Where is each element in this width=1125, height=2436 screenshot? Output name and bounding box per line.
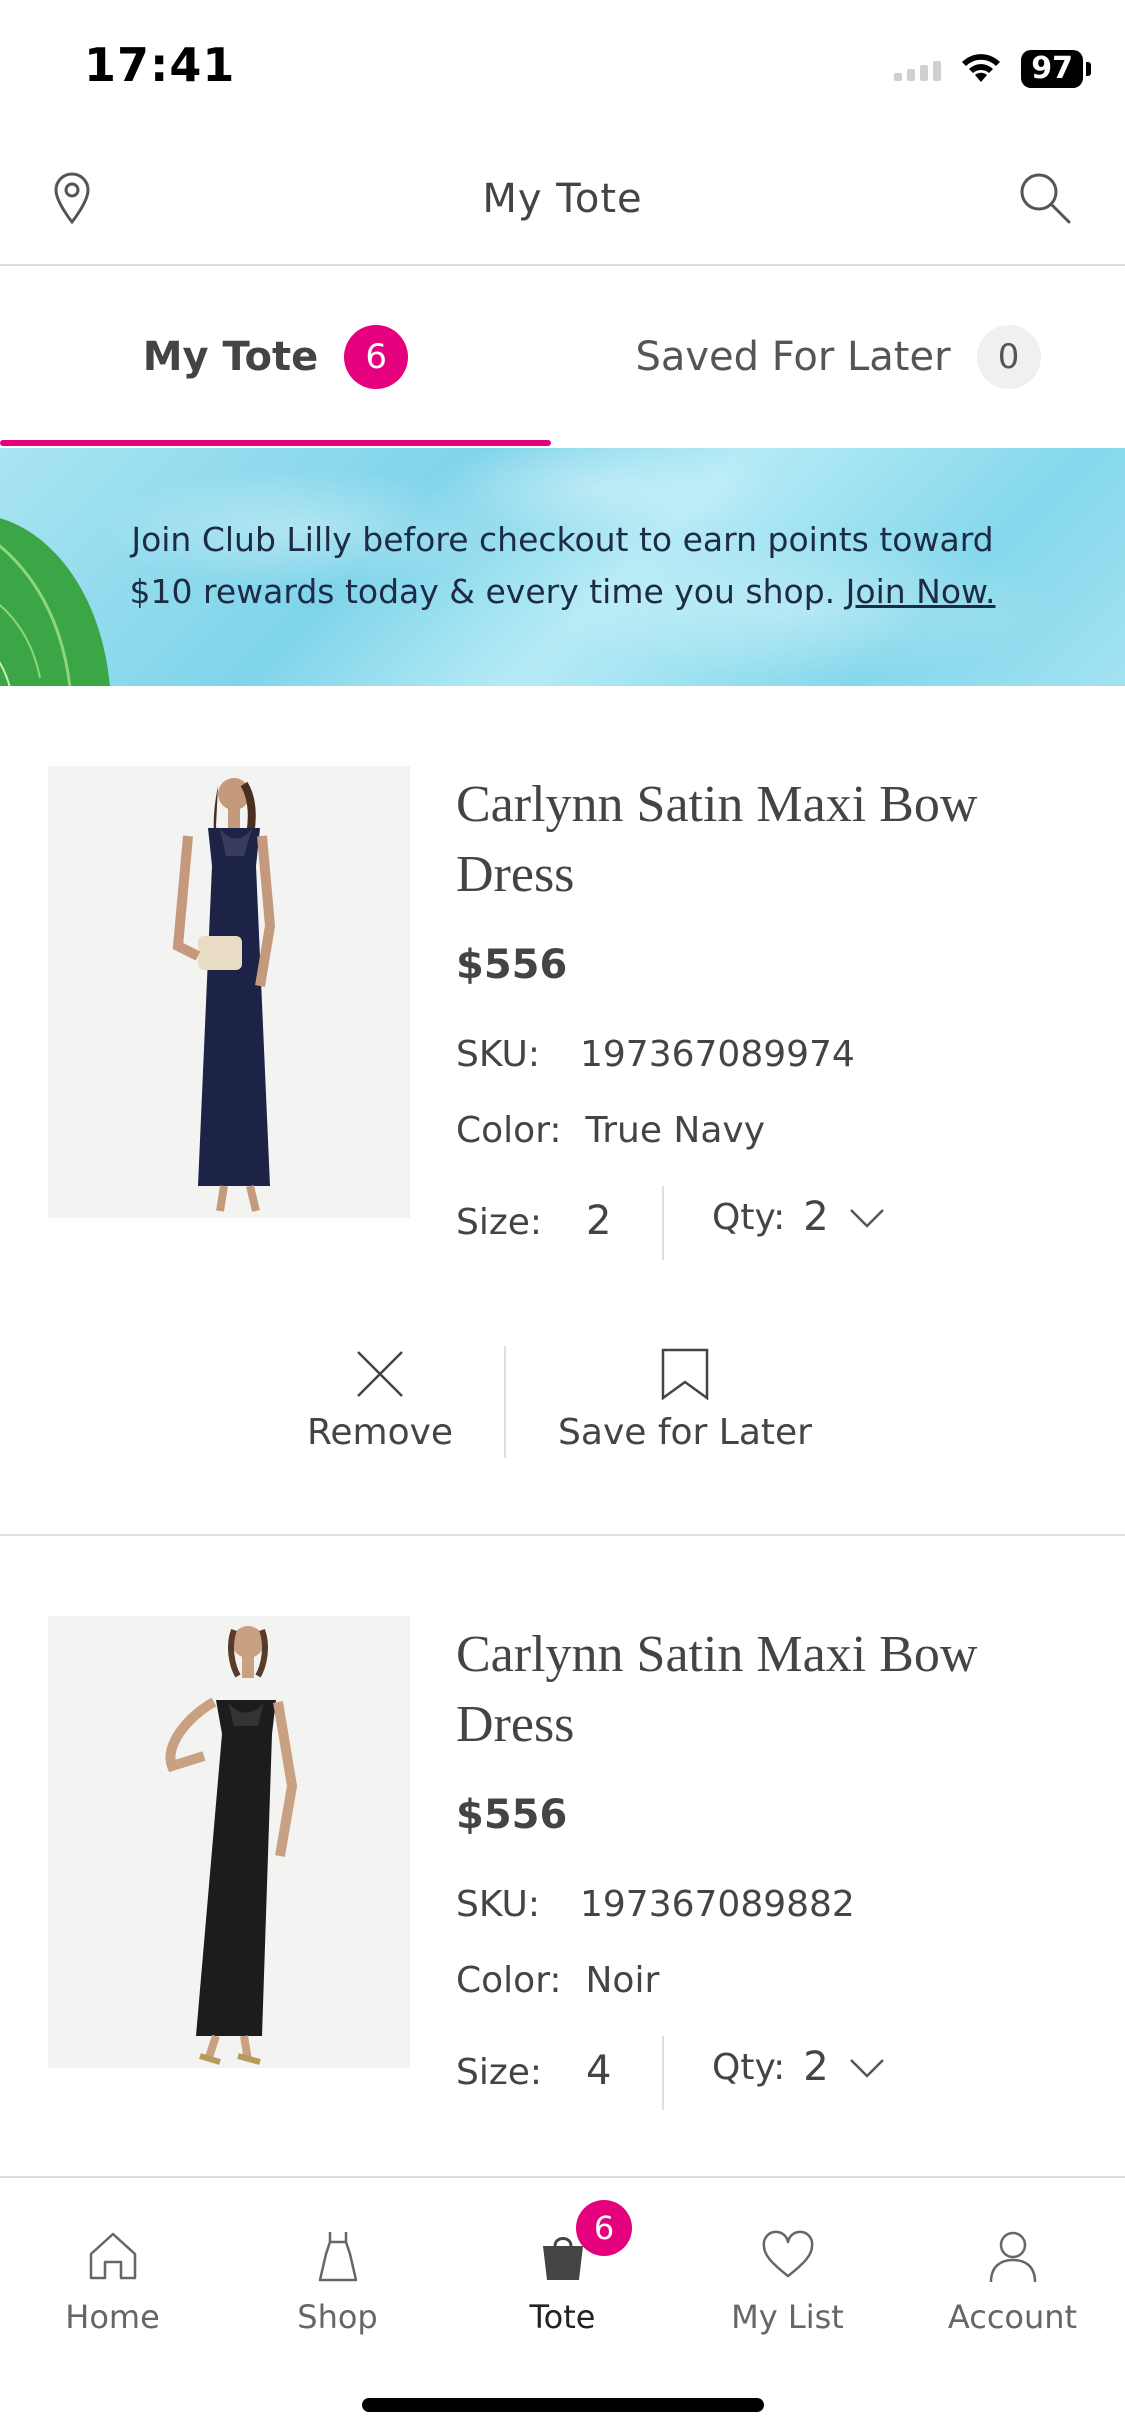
tote-item: Carlynn Satin Maxi Bow Dress $556 SKU: 19… [0, 1536, 1125, 2176]
tab-label: My Tote [142, 334, 319, 380]
nav-label: Tote [529, 2298, 596, 2336]
status-time: 17:41 [84, 38, 236, 92]
wifi-icon [962, 54, 1001, 82]
item-actions: Remove Save for Later [0, 1346, 1125, 1466]
qty-label: Qty: [712, 1196, 786, 1238]
dress-skirt [196, 1734, 272, 2036]
save-for-later-label: Save for Later [558, 1412, 812, 1453]
status-indicators: 97 [894, 50, 1091, 88]
active-tab-indicator [0, 440, 551, 446]
product-sku: SKU: 197367089882 [456, 1884, 855, 1925]
top-header: My Tote [0, 140, 1125, 266]
product-sku: SKU: 197367089974 [456, 1034, 855, 1075]
dress-icon [318, 2232, 357, 2282]
nav-account[interactable]: Account [900, 2228, 1125, 2336]
sku-label: SKU: [456, 1884, 540, 1925]
search-icon[interactable] [1017, 170, 1073, 226]
quantity-selector[interactable]: Qty: 2 [712, 2044, 887, 2090]
tab-my-tote[interactable]: My Tote 6 [0, 266, 551, 448]
sku-label: SKU: [456, 1034, 540, 1075]
color-label: Color: [456, 1110, 562, 1151]
product-price: $556 [456, 1792, 568, 1838]
color-value: True Navy [585, 1110, 766, 1151]
bookmark-icon [661, 1348, 709, 1401]
dress-skirt [198, 866, 270, 1186]
divider [662, 2036, 664, 2110]
size-value: 4 [586, 2048, 612, 2094]
tote-nav-badge: 6 [576, 2200, 632, 2256]
qty-value: 2 [803, 2044, 829, 2090]
nav-label: Account [947, 2298, 1078, 2336]
club-lilly-promo-banner[interactable]: Join Club Lilly before checkout to earn … [0, 448, 1125, 686]
chevron-down-icon [849, 1209, 884, 1228]
promo-text: Join Club Lilly before checkout to earn … [0, 514, 1125, 618]
sku-value: 197367089974 [579, 1034, 855, 1075]
quantity-selector[interactable]: Qty: 2 [712, 1194, 887, 1240]
product-color: Color: True Navy [456, 1110, 765, 1151]
color-label: Color: [456, 1960, 562, 2001]
product-name[interactable]: Carlynn Satin Maxi Bow Dress [456, 770, 1016, 910]
remove-label: Remove [306, 1412, 454, 1453]
tote-item: Carlynn Satin Maxi Bow Dress $556 SKU: 19… [0, 686, 1125, 1536]
size-qty-row: Size: 4 Qty: 2 [456, 2036, 956, 2110]
nav-label: My List [731, 2298, 844, 2336]
tote-tabs: My Tote 6 Saved For Later 0 [0, 266, 1125, 448]
heart-icon [762, 2230, 813, 2278]
chevron-down-icon [849, 2059, 884, 2078]
person-icon [989, 2231, 1036, 2283]
product-image[interactable] [48, 766, 410, 1218]
dress-photo [172, 778, 276, 1212]
close-icon [357, 1351, 403, 1397]
promo-line-1: Join Club Lilly before checkout to earn … [131, 520, 994, 559]
status-bar: 17:41 97 [0, 0, 1125, 140]
tab-saved-for-later[interactable]: Saved For Later 0 [551, 266, 1125, 448]
divider [504, 1346, 506, 1458]
sku-value: 197367089882 [579, 1884, 855, 1925]
page-title: My Tote [482, 176, 643, 222]
size-label: Size: [456, 1202, 543, 1243]
divider [662, 1186, 664, 1260]
join-now-link[interactable]: Join Now. [846, 572, 996, 611]
nav-shop[interactable]: Shop [225, 2228, 450, 2336]
tote-count-badge: 6 [344, 325, 409, 389]
nav-home[interactable]: Home [0, 2228, 225, 2336]
bottom-nav: Home Shop 6 Tote My List Account [0, 2176, 1125, 2436]
tab-label: Saved For Later [635, 334, 951, 380]
home-indicator [362, 2398, 764, 2412]
nav-tote[interactable]: 6 Tote [450, 2200, 675, 2336]
color-value: Noir [585, 1960, 660, 2001]
home-icon [89, 2232, 136, 2280]
dress-photo [165, 1626, 298, 2065]
nav-label: Shop [297, 2298, 378, 2336]
product-price: $556 [456, 942, 568, 988]
product-image[interactable] [48, 1616, 410, 2068]
size-label: Size: [456, 2052, 543, 2093]
saved-count-badge: 0 [976, 325, 1041, 389]
nav-label: Home [65, 2298, 160, 2336]
remove-button[interactable]: Remove [290, 1346, 470, 1453]
product-color: Color: Noir [456, 1960, 659, 2001]
cellular-signal-icon [894, 57, 942, 81]
battery-indicator: 97 [1021, 50, 1091, 88]
size-value: 2 [586, 1198, 612, 1244]
qty-label: Qty: [712, 2046, 786, 2088]
nav-my-list[interactable]: My List [675, 2228, 900, 2336]
product-name[interactable]: Carlynn Satin Maxi Bow Dress [456, 1620, 1016, 1760]
save-for-later-button[interactable]: Save for Later [540, 1346, 830, 1453]
size-qty-row: Size: 2 Qty: 2 [456, 1186, 956, 1260]
qty-value: 2 [803, 1194, 829, 1240]
promo-line-2: $10 rewards today & every time you shop. [129, 572, 836, 611]
